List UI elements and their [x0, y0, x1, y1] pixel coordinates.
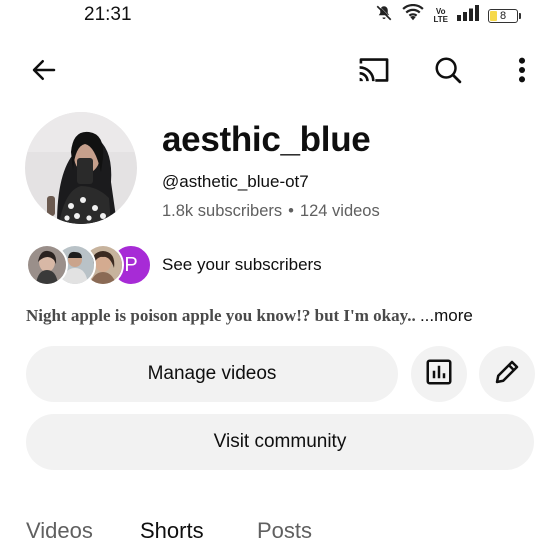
- description-text: Night apple is poison apple you know!? b…: [26, 306, 416, 325]
- channel-description[interactable]: Night apple is poison apple you know!? b…: [26, 306, 473, 326]
- manage-videos-button[interactable]: Manage videos: [26, 346, 398, 402]
- channel-name: aesthic_blue: [162, 120, 371, 159]
- edit-pencil-icon: [492, 357, 522, 392]
- volte-icon: Vo LTE: [433, 7, 448, 24]
- status-icons: Vo LTE 8: [375, 4, 521, 27]
- subscriber-letter: P: [124, 253, 138, 276]
- edit-button[interactable]: [479, 346, 535, 402]
- analytics-button[interactable]: [411, 346, 467, 402]
- cast-icon[interactable]: [356, 52, 392, 88]
- subscriber-avatars[interactable]: P: [26, 244, 152, 286]
- search-icon[interactable]: [430, 52, 466, 88]
- more-vert-icon[interactable]: [504, 52, 540, 88]
- battery-level: 8: [499, 9, 507, 22]
- volte-label-bottom: LTE: [433, 14, 448, 24]
- battery-fill: [490, 10, 498, 21]
- analytics-icon: [424, 357, 454, 392]
- status-time: 21:31: [84, 4, 132, 25]
- see-subscribers-link[interactable]: See your subscribers: [162, 255, 322, 275]
- back-arrow-icon[interactable]: [26, 52, 62, 88]
- subscriber-avatar: [26, 244, 68, 286]
- tab-shorts[interactable]: Shorts: [140, 518, 204, 544]
- tab-posts[interactable]: Posts: [257, 518, 312, 544]
- subscriber-count: 1.8k subscribers: [162, 202, 283, 220]
- wifi-icon: [402, 4, 425, 27]
- signal-icon: [457, 5, 479, 26]
- stats-separator: •: [288, 202, 294, 220]
- mute-icon: [375, 4, 393, 27]
- channel-handle: @asthetic_blue-ot7: [162, 172, 309, 191]
- more-link[interactable]: ...more: [420, 306, 473, 325]
- channel-stats: 1.8k subscribers • 124 videos: [162, 202, 380, 221]
- channel-avatar[interactable]: [25, 112, 137, 224]
- tab-videos[interactable]: Videos: [26, 518, 93, 544]
- battery-icon: 8: [488, 8, 521, 23]
- visit-community-button[interactable]: Visit community: [26, 414, 534, 470]
- video-count: 124 videos: [299, 202, 380, 220]
